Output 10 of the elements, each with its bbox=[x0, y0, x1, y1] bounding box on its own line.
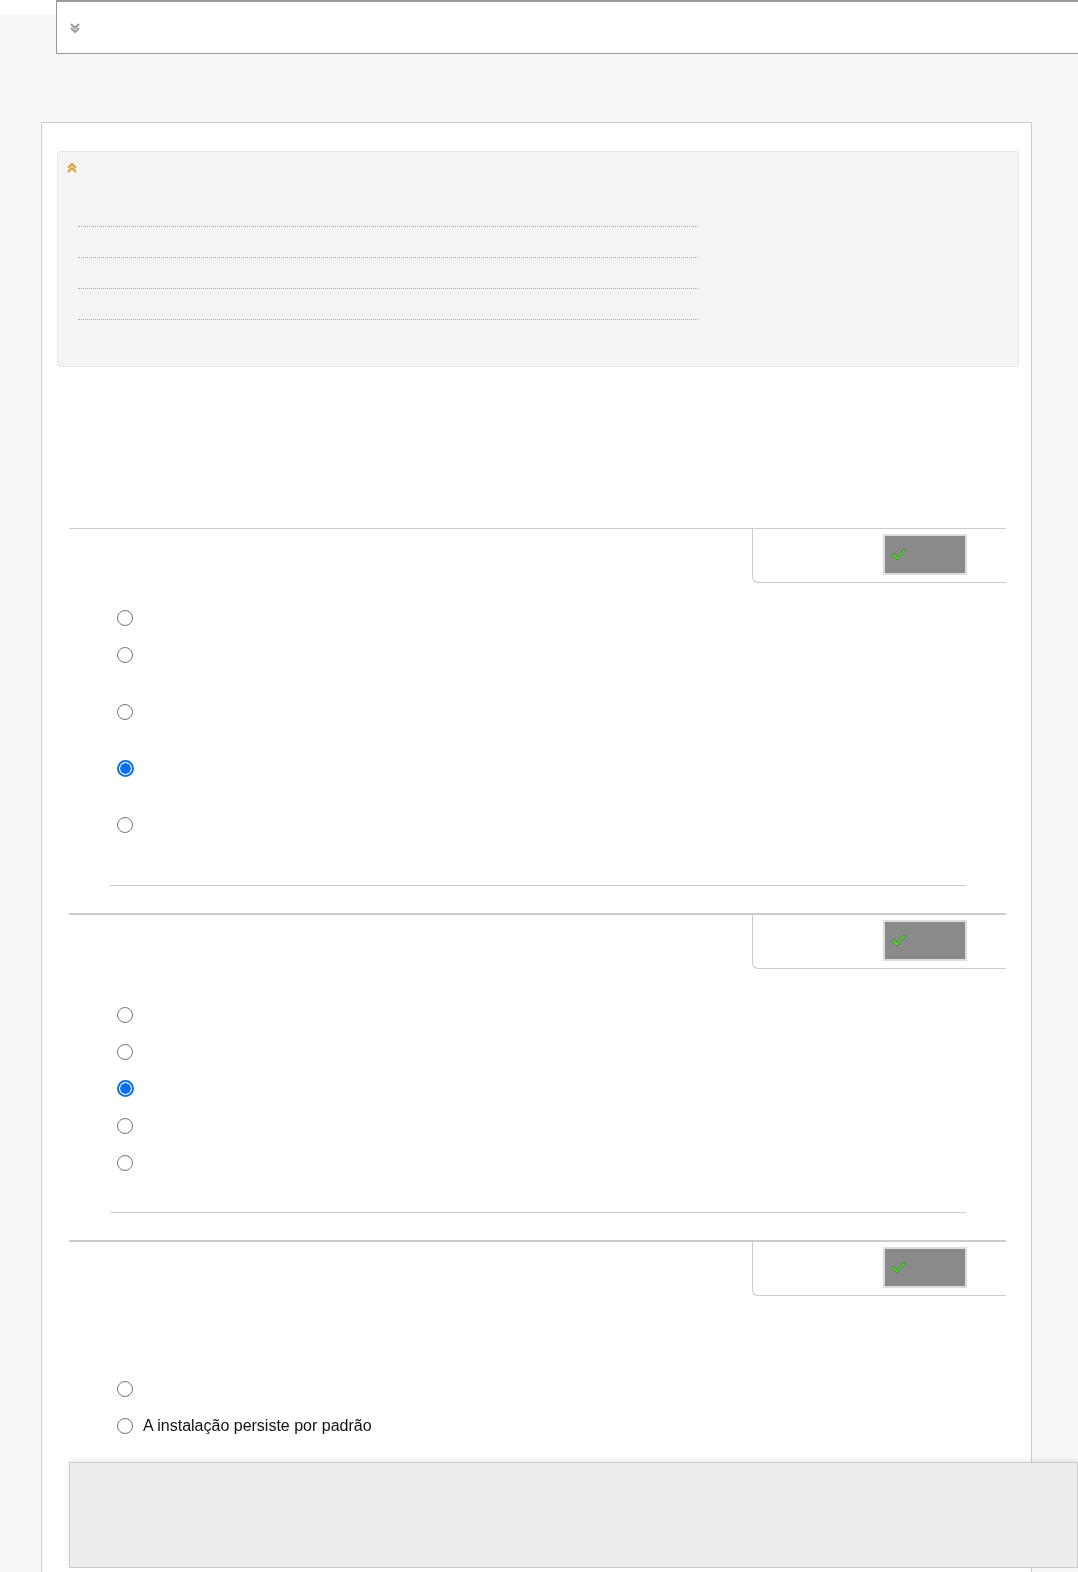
check-button[interactable] bbox=[883, 920, 967, 961]
check-button[interactable] bbox=[883, 534, 967, 575]
option-label: A instalação persiste por padrão bbox=[143, 1416, 372, 1435]
checkmark-icon bbox=[891, 933, 907, 948]
double-chevron-icon[interactable] bbox=[69, 21, 81, 34]
checkmark-icon bbox=[891, 1260, 907, 1275]
check-button[interactable] bbox=[883, 1247, 967, 1288]
radio-button[interactable] bbox=[117, 1080, 134, 1097]
radio-button[interactable] bbox=[117, 760, 134, 777]
checkmark-icon bbox=[891, 547, 907, 562]
